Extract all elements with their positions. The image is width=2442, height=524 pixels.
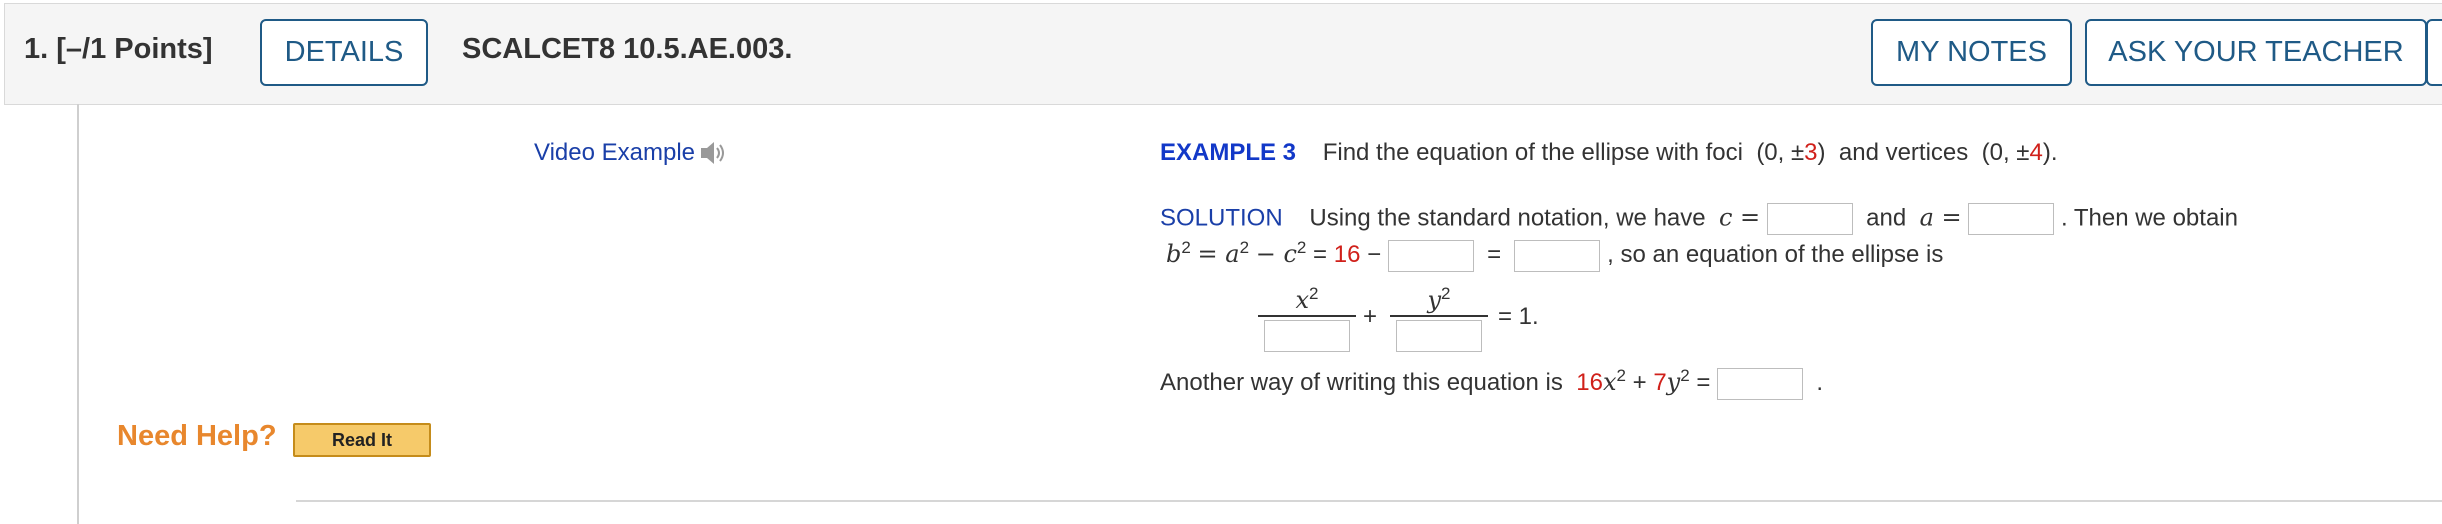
vertices-prefix: (0, ± [1981, 139, 2030, 166]
a-var: = a [1197, 240, 1240, 268]
speaker-icon[interactable] [699, 139, 729, 167]
question-number: 1. [–/1 Points] [24, 33, 213, 65]
c-squared-input[interactable] [1387, 239, 1474, 272]
c-var: − c [1255, 240, 1297, 268]
x-var: x [1295, 286, 1310, 314]
plus-sign-2: + [1632, 369, 1647, 396]
ask-teacher-button[interactable]: ASK YOUR TEACHER [2085, 19, 2427, 86]
details-button[interactable]: DETAILS [260, 19, 428, 86]
foci-value: 3 [1804, 139, 1818, 166]
vertices-suffix: ). [2042, 139, 2058, 166]
period: . [1816, 369, 1824, 396]
question-code: SCALCET8 10.5.AE.003. [462, 33, 793, 65]
b-squared-line: b2 = a2 − c2 = 16 − = , so an equation o… [1166, 238, 1943, 272]
sixteen-value: 16 [1333, 241, 1361, 268]
my-notes-button[interactable]: MY NOTES [1871, 19, 2072, 86]
y-denominator-input[interactable] [1396, 320, 1482, 352]
a-equals: a = [1919, 203, 1962, 232]
y-var: y [1427, 286, 1442, 314]
more-button[interactable] [2426, 19, 2442, 86]
another-way-line: Another way of writing this equation is … [1160, 366, 1823, 400]
foci-prefix: (0, ± [1756, 139, 1805, 166]
left-divider [77, 104, 79, 524]
x-fraction: x2 [1258, 284, 1356, 352]
solution-line: SOLUTION Using the standard notation, we… [1160, 203, 2238, 235]
example-line: EXAMPLE 3 Find the equation of the ellip… [1160, 139, 2058, 167]
y-fraction: y2 [1390, 284, 1488, 352]
equals-one: = 1. [1498, 303, 1539, 330]
b-squared-input[interactable] [1514, 239, 1601, 272]
vertices-value: 4 [2029, 139, 2043, 166]
example-text: Find the equation of the ellipse with fo… [1322, 139, 1743, 166]
x-denominator-input[interactable] [1264, 320, 1350, 352]
final-answer-input[interactable] [1717, 367, 1804, 400]
video-example-link[interactable]: Video Example [534, 139, 729, 167]
another-text: Another way of writing this equation is [1160, 369, 1563, 396]
example-label: EXAMPLE 3 [1160, 139, 1297, 166]
equals-sign: = [1313, 241, 1328, 268]
b-var: b [1166, 240, 1182, 268]
so-text: , so an equation of the ellipse is [1607, 241, 1944, 268]
solution-text: Using the standard notation, we have [1309, 204, 1706, 232]
y-var-2: y [1666, 368, 1681, 396]
minus-sign: − [1367, 241, 1382, 268]
coef-7: 7 [1653, 369, 1667, 396]
equals-sign-2: = [1487, 241, 1502, 268]
x-var-2: x [1602, 368, 1617, 396]
a-answer-input[interactable] [1968, 203, 2055, 235]
and-text: and [1866, 204, 1907, 232]
vertices-text: and vertices [1838, 139, 1969, 166]
then-text: . Then we obtain [2060, 204, 2238, 232]
video-example-label: Video Example [534, 139, 695, 166]
plus-sign: + [1363, 303, 1378, 330]
bottom-divider [296, 500, 2442, 502]
need-help-label: Need Help? [117, 420, 277, 452]
foci-suffix: ) [1817, 139, 1826, 166]
equals-sign-3: = [1696, 369, 1711, 396]
read-it-button[interactable]: Read It [293, 423, 431, 457]
c-equals: c = [1718, 203, 1761, 232]
solution-label: SOLUTION [1160, 204, 1283, 232]
coef-16: 16 [1576, 369, 1603, 396]
c-answer-input[interactable] [1766, 203, 1853, 235]
